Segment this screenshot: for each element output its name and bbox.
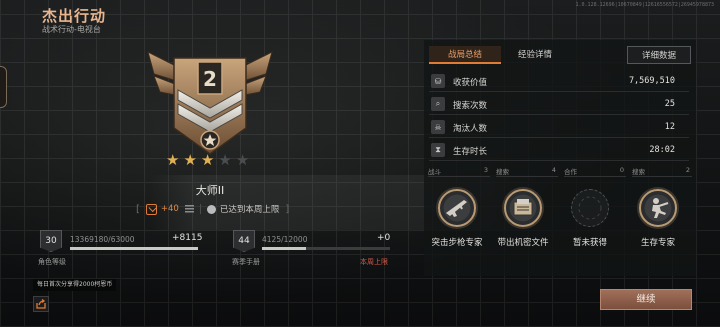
achievement-label: 带出机密文件 [497,238,549,248]
share-reward-notice: 每日首次分享得2000柯恩币 [33,279,117,291]
stat-row: ⧗ 生存时长 28:02 [429,141,689,161]
season-manual-badge: 44 [233,230,255,252]
category-search: 搜索 [496,168,509,176]
season-manual-label: 赛季手册 [232,258,260,266]
character-level-progress: 13369180/63000 [70,235,135,244]
stat-label: 收获价值 [453,78,488,88]
rank-points-delta: +40 [160,204,179,214]
share-icon [36,299,46,309]
hourglass-icon: ⧗ [431,143,445,157]
category-search-2-count: 2 [685,166,690,174]
rank-points-row: [ +40 已达到本周上限 ] [136,202,289,216]
star-empty-icon: ★ [235,151,250,169]
version-string: 1.0.128.12696|10670849|12616556572|26945… [575,2,714,8]
header: 杰出行动 战术行动-电视台 1.0.128.12696|10670849|126… [0,0,720,38]
search-icon: ⌕ [431,97,445,111]
page-title: 杰出行动 [42,7,107,25]
stat-row: ⌕ 搜索次数 25 [429,95,689,115]
stat-row: ☠ 淘汰人数 12 [429,118,689,138]
stat-value: 12 [664,122,675,132]
weekly-cap-label: 已达到本周上限 [219,205,280,215]
locked-medal[interactable] [571,189,609,227]
category-cooperation: 合作 [564,168,577,176]
detailed-data-button[interactable]: 详细数据 [627,46,691,64]
stat-value: 7,569,510 [628,76,675,86]
achievement-label: 暂未获得 [572,238,607,248]
empty-medal-icon [578,196,602,220]
stat-label: 搜索次数 [453,101,488,111]
category-divider [564,176,626,177]
classified-file-icon [513,199,533,216]
category-combat: 战斗 [428,168,441,176]
coin-icon [206,204,216,214]
category-search-count: 4 [551,166,556,174]
category-divider [496,176,558,177]
eliminations-icon: ☠ [431,120,445,134]
side-drawer-handle[interactable] [0,66,7,108]
achievement-label: 突击步枪专家 [431,238,483,248]
rank-points-icon [145,203,157,215]
svg-text:2: 2 [203,67,217,91]
bracket-right: ] [285,203,290,215]
star-earned-icon: ★ [166,151,180,169]
season-manual-progress: 4125/12000 [262,235,308,244]
bracket-left: [ [136,203,140,215]
star-earned-icon: ★ [183,151,197,169]
stat-label: 生存时长 [453,147,488,157]
achievement-label: 生存专家 [640,238,675,248]
tab-experience[interactable]: 经验详情 [507,46,563,64]
mode-map-subtitle: 战术行动-电视台 [42,25,101,34]
list-icon[interactable] [184,205,194,213]
rank-emblem-icon: 2 [147,51,273,155]
divider [199,204,201,214]
category-combat-count: 3 [483,166,488,174]
stat-row: ⛁ 收获价值 7,569,510 [429,72,689,92]
survival-soldier-icon [652,198,669,218]
assault-rifle-medal[interactable] [438,189,476,227]
category-cooperation-count: 0 [619,166,624,174]
assault-rifle-icon [446,200,467,217]
star-empty-icon: ★ [218,151,232,169]
character-level-label: 角色等级 [38,258,66,266]
category-divider [428,176,490,177]
character-level-badge: 30 [40,230,62,252]
share-button[interactable] [33,296,49,312]
survival-expert-medal[interactable] [639,189,677,227]
category-divider [632,176,692,177]
season-manual-delta: +0 [377,233,391,243]
rank-name: 大师II [195,184,225,197]
category-search-2: 搜索 [632,168,645,176]
weekly-cap-warning: 本周上限 [360,258,388,266]
tab-summary[interactable]: 战局总结 [429,46,501,64]
classified-file-medal[interactable] [504,189,542,227]
stat-value: 28:02 [649,145,675,155]
stat-label: 淘汰人数 [453,124,488,134]
stat-value: 25 [664,99,675,109]
season-manual-bar [262,247,390,250]
character-level-delta: +8115 [172,233,203,243]
star-earned-icon: ★ [200,151,215,169]
continue-button[interactable]: 继续 [600,289,692,310]
character-level-bar [70,247,198,250]
character-level-bar-fill [70,247,198,250]
season-manual-bar-fill [262,247,306,250]
loot-icon: ⛁ [431,74,445,88]
rank-stars: ★ ★ ★ ★ ★ [166,153,249,168]
